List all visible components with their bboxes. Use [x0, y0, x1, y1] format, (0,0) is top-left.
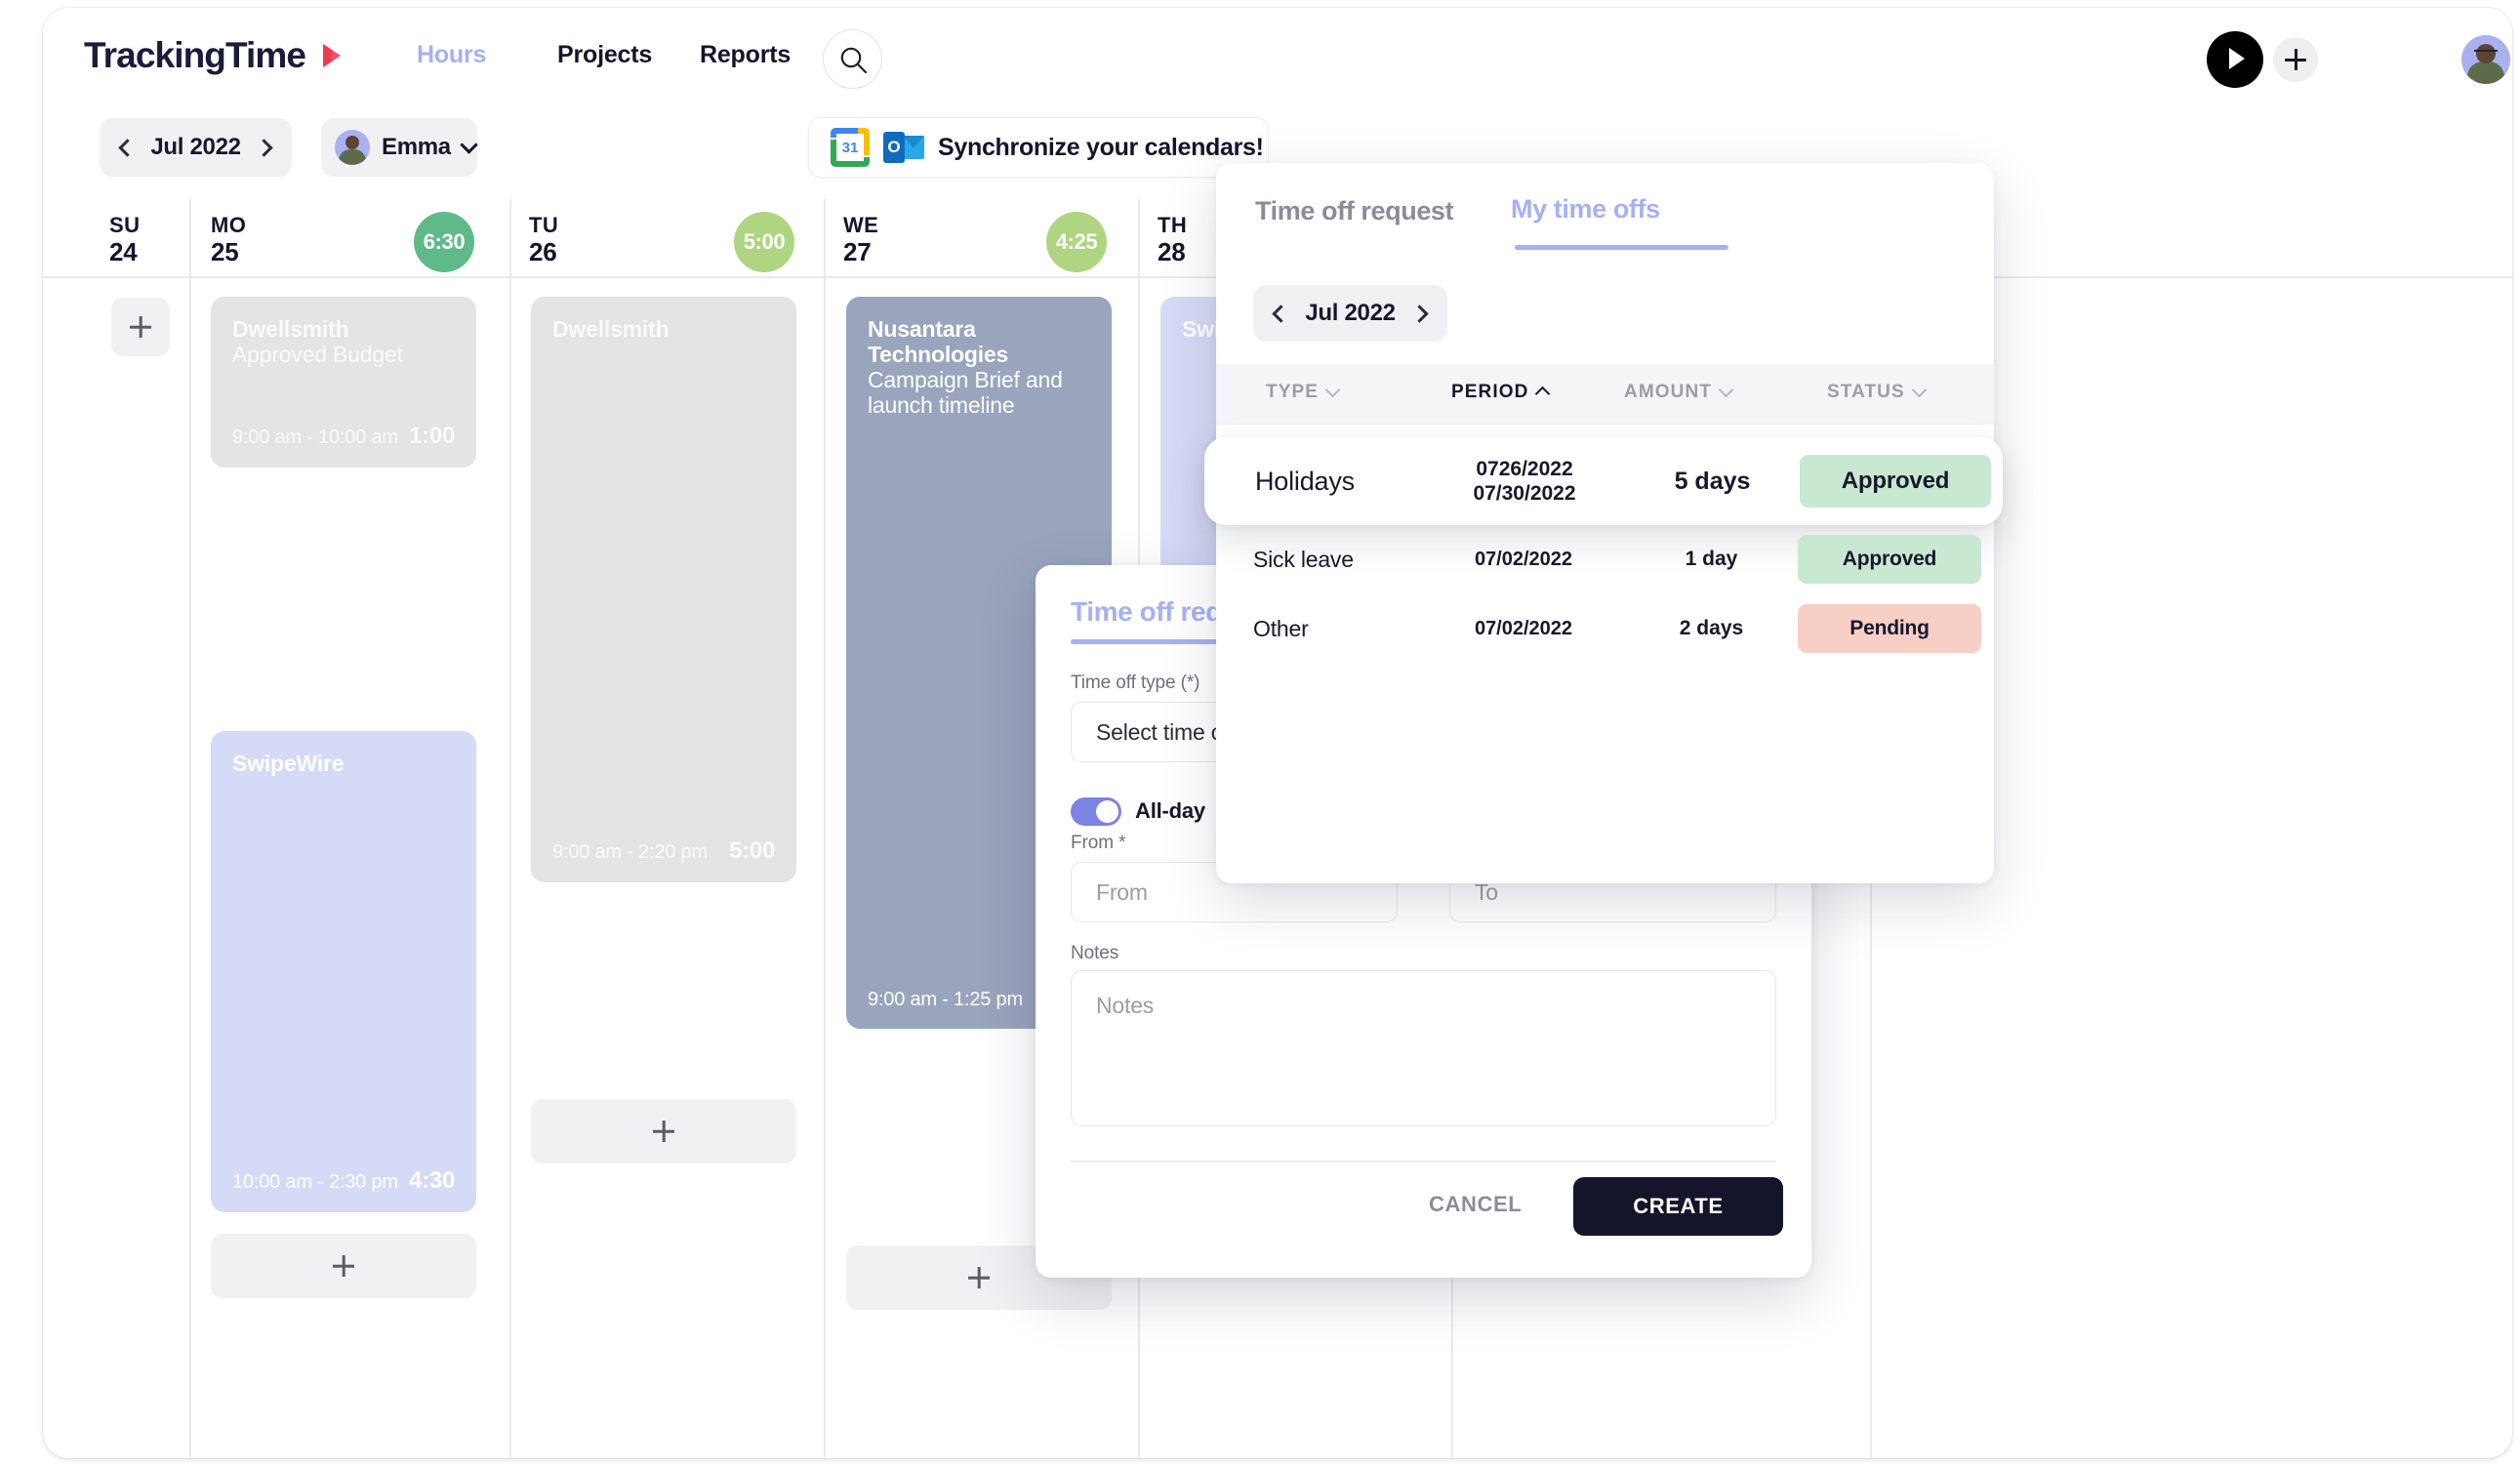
cancel-button[interactable]: CANCEL [1429, 1192, 1522, 1217]
app-logo[interactable]: TrackingTime [84, 35, 306, 76]
grid-divider [509, 199, 511, 1458]
panel-month-label: Jul 2022 [1305, 300, 1396, 326]
cell-status: Approved [1798, 437, 1993, 525]
day-header-tu: TU 26 [529, 213, 559, 266]
chevron-down-icon[interactable] [460, 135, 478, 154]
time-off-type-label: Time off type (*) [1071, 673, 1200, 693]
grid-divider [824, 199, 826, 1458]
app-canvas: TrackingTime Hours Projects Reports Jul … [43, 8, 2512, 1458]
active-tab-underline [1515, 245, 1728, 250]
current-month-label: Jul 2022 [150, 134, 241, 160]
user-selector[interactable]: Emma [321, 118, 478, 177]
table-row[interactable]: Holidays 0726/2022 07/30/2022 5 days App… [1204, 437, 2003, 525]
search-icon [840, 47, 868, 74]
grid-divider [189, 199, 191, 1458]
cell-period: 07/02/2022 [1474, 617, 1573, 639]
column-header-status[interactable]: STATUS [1827, 382, 1928, 403]
chevron-down-icon [1718, 382, 1734, 398]
cell-amount: 5 days [1674, 467, 1751, 495]
table-row[interactable]: Sick leave 07/02/2022 1 day Approved [1216, 525, 1994, 593]
status-badge: Pending [1798, 604, 1981, 653]
sync-calendars-banner[interactable]: 31 O Synchronize your calendars! [808, 117, 1269, 178]
month-navigator[interactable]: Jul 2022 [100, 118, 292, 177]
cell-type: Holidays [1255, 466, 1355, 496]
day-header-mo: MO 25 [211, 213, 247, 266]
cell-type: Other [1253, 615, 1309, 641]
nav-item-projects[interactable]: Projects [557, 41, 652, 69]
modal-footer-divider [1071, 1161, 1776, 1163]
column-header-period[interactable]: PERIOD [1451, 382, 1551, 403]
outlook-icon: O [883, 129, 924, 166]
panel-month-navigator[interactable]: Jul 2022 [1253, 285, 1447, 342]
time-entry-card[interactable]: Dwellsmith Approved Budget 9:00 am - 10:… [211, 297, 476, 468]
cell-status: Pending [1797, 594, 1982, 663]
time-entry-card[interactable]: Dwellsmith 9:00 am - 2:20 pm 5:00 [531, 297, 796, 882]
day-header-we: WE 27 [843, 213, 879, 266]
table-row[interactable]: Other 07/02/2022 2 days Pending [1216, 594, 1994, 663]
add-time-entry-mo[interactable] [211, 1234, 476, 1298]
column-header-amount[interactable]: AMOUNT [1624, 382, 1734, 403]
user-selector-avatar [335, 130, 370, 165]
tab-time-off-request[interactable]: Time off request [1255, 196, 1454, 226]
tab-my-time-offs[interactable]: My time offs [1511, 194, 1660, 224]
cell-period: 0726/2022 07/30/2022 [1473, 458, 1576, 505]
status-badge: Approved [1798, 535, 1981, 584]
all-day-label: All-day [1135, 798, 1205, 823]
logo-play-mark [323, 44, 341, 67]
sync-banner-text: Synchronize your calendars! [938, 133, 1264, 161]
from-label: From * [1071, 833, 1126, 853]
chevron-right-icon[interactable] [1410, 304, 1429, 323]
screenshot-root: TrackingTime Hours Projects Reports Jul … [0, 0, 2520, 1469]
chevron-down-icon [1911, 382, 1928, 398]
all-day-toggle[interactable] [1071, 797, 1121, 826]
search-button[interactable] [823, 29, 882, 89]
day-header-su: SU 24 [109, 213, 141, 266]
status-badge: Approved [1800, 455, 1991, 508]
chevron-down-icon [1324, 382, 1341, 398]
day-total-badge-mo: 6:30 [414, 212, 474, 272]
chevron-up-icon [1535, 386, 1551, 402]
cell-period: 07/02/2022 [1474, 548, 1573, 570]
time-entry-card[interactable]: SwipeWire 10:00 am - 2:30 pm 4:30 [211, 731, 476, 1212]
start-timer-button[interactable] [2207, 31, 2263, 88]
google-calendar-icon: 31 [831, 128, 870, 167]
column-header-type[interactable]: TYPE [1266, 382, 1341, 403]
chevron-right-icon[interactable] [255, 138, 273, 157]
nav-item-hours[interactable]: Hours [417, 41, 486, 69]
create-button[interactable]: CREATE [1573, 1177, 1783, 1236]
cell-amount: 1 day [1685, 548, 1738, 570]
nav-item-reports[interactable]: Reports [700, 41, 791, 69]
chevron-left-icon[interactable] [1272, 304, 1290, 323]
add-entry-button[interactable] [2273, 37, 2318, 82]
day-header-th: TH 28 [1158, 213, 1188, 266]
add-time-entry-tu[interactable] [531, 1099, 796, 1163]
day-total-badge-we: 4:25 [1046, 212, 1107, 272]
cell-status: Approved [1797, 525, 1982, 593]
notes-label: Notes [1071, 943, 1119, 963]
cell-type: Sick leave [1253, 546, 1354, 572]
user-selector-name: Emma [382, 134, 451, 160]
user-avatar[interactable] [2461, 35, 2510, 84]
play-icon [2229, 48, 2245, 69]
day-total-badge-tu: 5:00 [734, 212, 794, 272]
cell-amount: 2 days [1679, 617, 1744, 639]
add-time-entry-su[interactable] [111, 298, 170, 356]
top-navigation: TrackingTime Hours Projects Reports [43, 8, 2512, 110]
notes-textarea[interactable]: Notes [1071, 970, 1776, 1126]
chevron-left-icon[interactable] [118, 138, 137, 157]
